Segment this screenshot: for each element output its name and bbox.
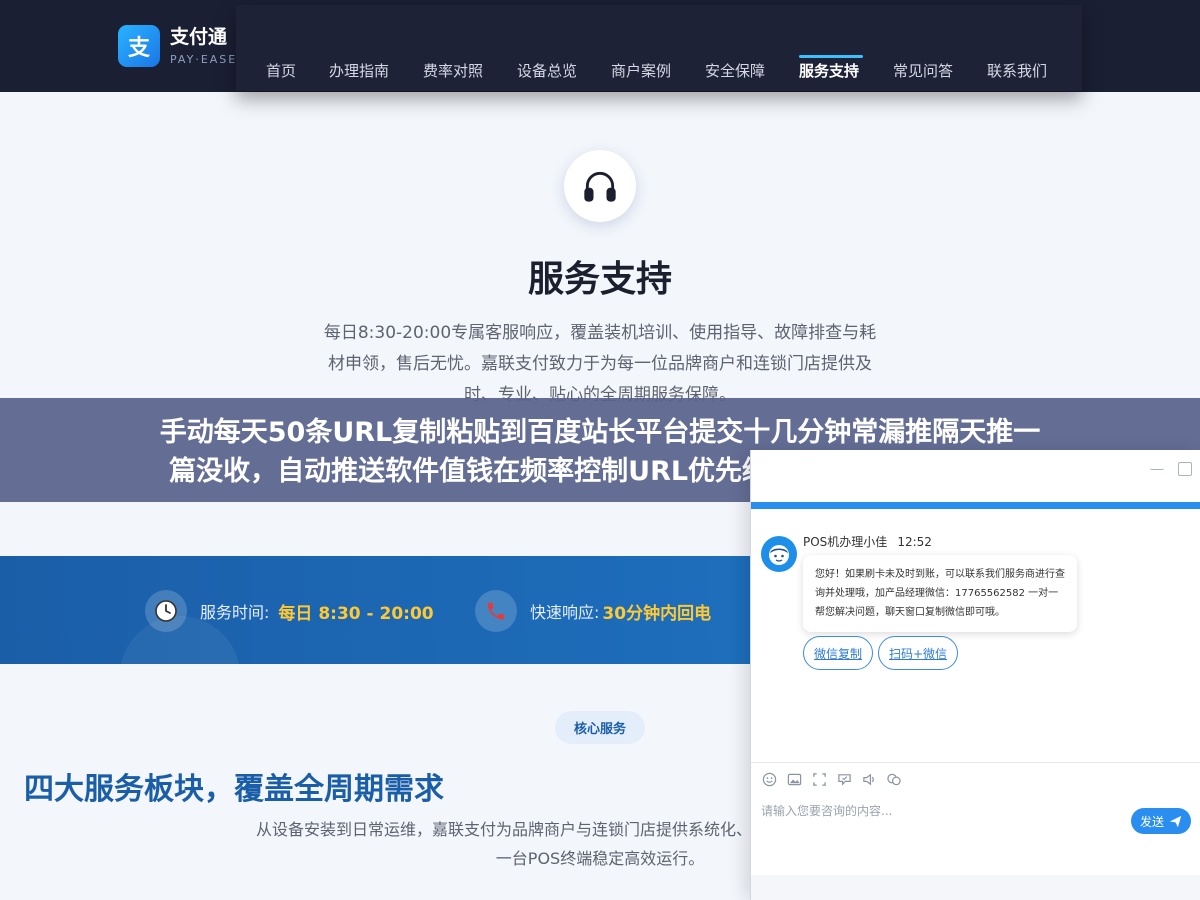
stat-service-time: 服务时间: 每日 8:30 - 20:00 (145, 590, 434, 632)
send-icon (1169, 815, 1182, 827)
minimize-icon[interactable] (1150, 462, 1164, 470)
logo-mark: 支 (118, 25, 160, 67)
clock-icon (145, 590, 187, 632)
banner-line: 手动每天50条URL复制粘贴到百度站长平台提交十几分钟常漏推隔天推一 (159, 417, 1041, 448)
nav-active-indicator (799, 55, 863, 58)
image-icon[interactable] (786, 772, 802, 788)
section-title: 四大服务板块，覆盖全周期需求 (24, 772, 444, 807)
stat-label: 服务时间: (200, 603, 270, 622)
headphones-icon (564, 150, 636, 222)
nav-item-cases[interactable]: 商户案例 (611, 60, 671, 81)
nav-item-devices[interactable]: 设备总览 (517, 60, 577, 81)
send-button[interactable]: 发送 (1131, 808, 1191, 834)
stat-value: 30分钟内回电 (602, 603, 712, 624)
stat-response: 快速响应: 30分钟内回电 (475, 590, 711, 632)
nav-item-guide[interactable]: 办理指南 (329, 60, 389, 81)
chat-message-input[interactable] (761, 800, 1121, 822)
chat-header-strip (751, 502, 1200, 509)
agent-avatar (761, 536, 797, 572)
nav-item-contact[interactable]: 联系我们 (987, 60, 1047, 81)
message-bubble: 您好！如果刷卡未及时到账，可以联系我们服务商进行查询并处理哦，加产品经理微信：1… (803, 555, 1077, 632)
message-time: 12:52 (897, 535, 932, 549)
chat-header (751, 450, 1200, 510)
site-logo[interactable]: 支 支付通 PAY·EASE (118, 25, 237, 67)
maximize-icon[interactable] (1178, 462, 1192, 476)
quick-reply-scan-wechat[interactable]: 扫码+微信 (878, 636, 958, 670)
chat-footer (751, 875, 1200, 900)
screenshot-icon[interactable] (811, 772, 827, 788)
top-header: 支 支付通 PAY·EASE 首页 办理指南 费率对照 设备总览 商户案例 安全… (0, 0, 1200, 92)
chat-messages: POS机办理小佳 12:52 您好！如果刷卡未及时到账，可以联系我们服务商进行查询… (751, 510, 1200, 760)
chat-toolbar (751, 762, 1200, 796)
rate-icon[interactable] (836, 772, 852, 788)
stat-label: 快速响应: (530, 603, 600, 622)
nav-item-security[interactable]: 安全保障 (705, 60, 765, 81)
chat-bubbles-icon[interactable] (886, 772, 902, 788)
phone-icon (475, 590, 517, 632)
section-badge: 核心服务 (555, 711, 645, 744)
nav-item-home[interactable]: 首页 (266, 60, 296, 81)
stat-value: 每日 8:30 - 20:00 (278, 603, 434, 624)
main-nav: 首页 办理指南 费率对照 设备总览 商户案例 安全保障 服务支持 常见问答 联系… (236, 5, 1082, 91)
nav-item-rates[interactable]: 费率对照 (423, 60, 483, 81)
agent-name: POS机办理小佳 (803, 535, 888, 549)
nav-item-support[interactable]: 服务支持 (799, 60, 859, 81)
page-title: 服务支持 (527, 259, 672, 300)
emoji-icon[interactable] (761, 772, 777, 788)
logo-name: 支付通 (170, 26, 228, 48)
chat-widget: POS机办理小佳 12:52 您好！如果刷卡未及时到账，可以联系我们服务商进行查询… (750, 450, 1200, 900)
quick-reply-wechat-copy[interactable]: 微信复制 (803, 636, 873, 670)
voice-icon[interactable] (861, 772, 877, 788)
nav-item-faq[interactable]: 常见问答 (893, 60, 953, 81)
logo-subtitle: PAY·EASE (170, 53, 238, 66)
send-label: 发送 (1139, 814, 1164, 829)
agent-meta: POS机办理小佳 12:52 (803, 533, 932, 550)
